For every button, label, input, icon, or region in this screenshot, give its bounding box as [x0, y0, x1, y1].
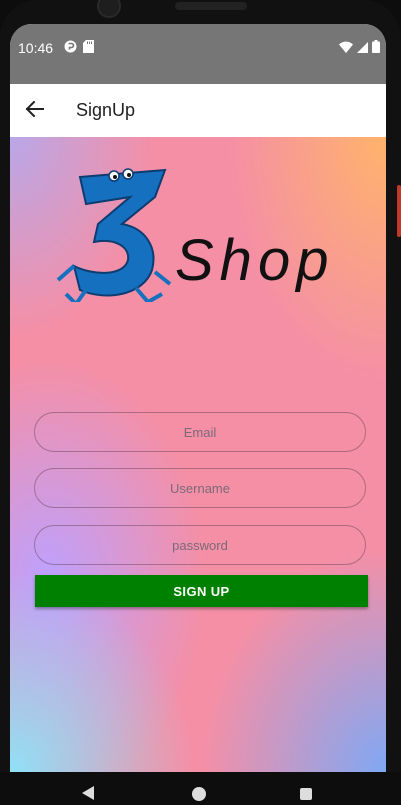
wifi-icon [339, 40, 353, 58]
notification-icon [64, 40, 77, 58]
password-input[interactable] [35, 525, 365, 565]
shop-logo: Shop [56, 168, 334, 302]
password-field[interactable] [34, 525, 366, 565]
system-nav-bar [0, 772, 401, 801]
nav-back-icon[interactable] [82, 786, 96, 805]
username-field[interactable] [34, 468, 366, 508]
status-time: 10:46 [18, 40, 54, 56]
battery-icon [372, 40, 380, 58]
side-button [397, 185, 401, 237]
device-screen: 10:46 SignUp Shop Email Username SIGN UP [10, 24, 386, 772]
back-button[interactable] [22, 98, 48, 124]
username-input[interactable] [35, 468, 365, 508]
page-title: SignUp [76, 100, 136, 120]
app-bar: SignUp [10, 84, 386, 137]
signup-content: Shop SIGN UP [10, 137, 386, 772]
logo-mark [56, 168, 172, 302]
speaker [175, 2, 247, 10]
signal-icon [357, 40, 368, 58]
nav-recents-icon[interactable] [300, 788, 312, 800]
status-bar: 10:46 [10, 24, 386, 84]
logo-brand-text: Shop [175, 228, 334, 293]
email-input[interactable] [35, 412, 365, 452]
sd-card-icon [83, 40, 94, 58]
signup-button[interactable]: SIGN UP [35, 575, 368, 607]
back-arrow-icon [25, 100, 44, 122]
camera [97, 0, 121, 18]
email-field[interactable] [34, 412, 366, 452]
